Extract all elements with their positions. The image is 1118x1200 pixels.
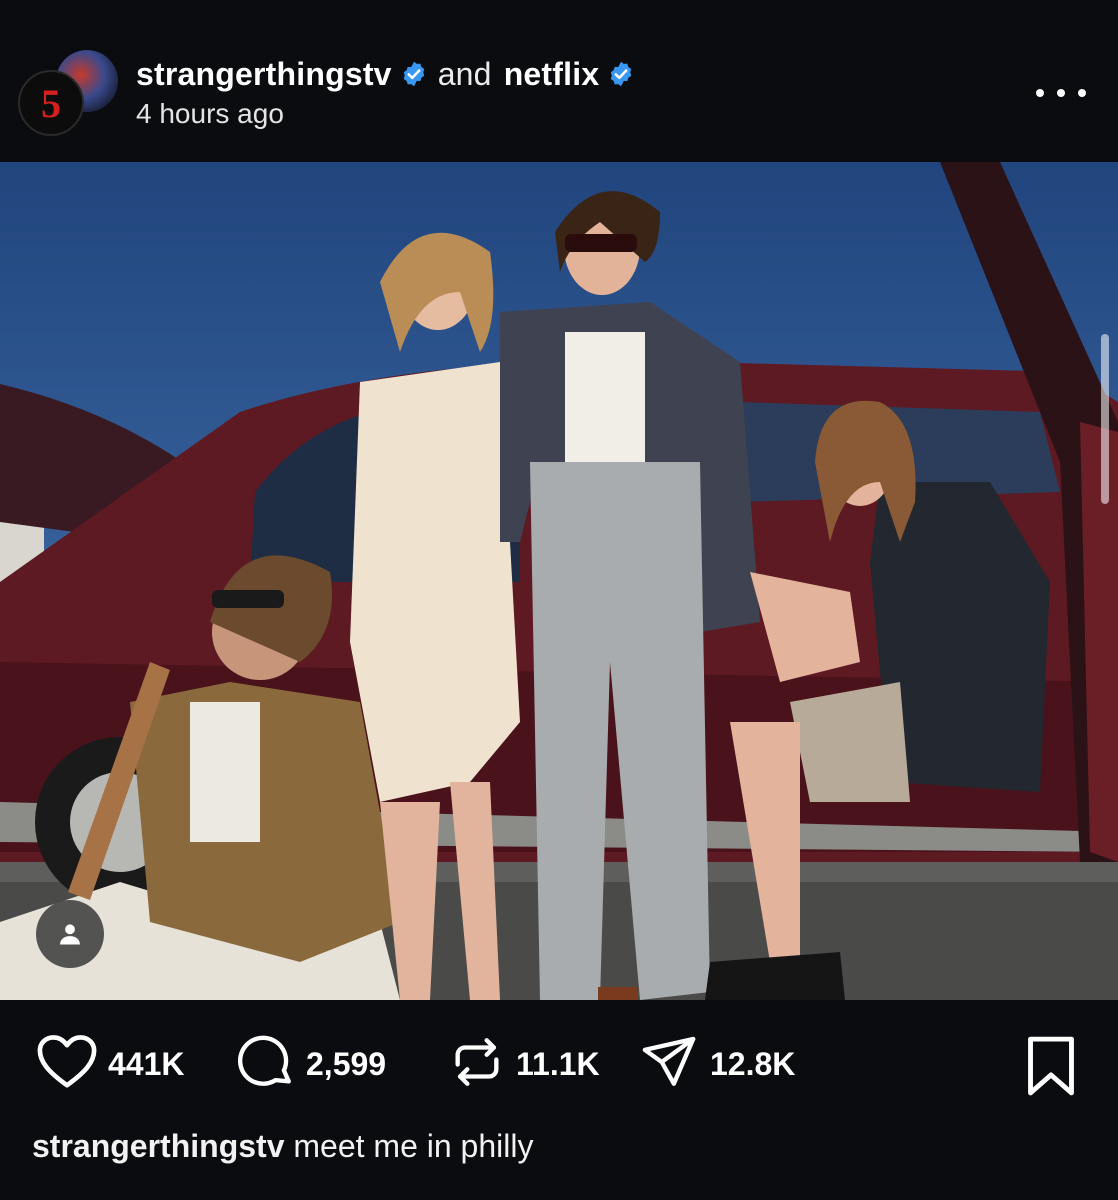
author-handle-secondary[interactable]: netflix bbox=[504, 56, 600, 93]
more-dots-icon[interactable] bbox=[1036, 80, 1086, 106]
comment-count: 2,599 bbox=[306, 1045, 387, 1082]
share-count: 12.8K bbox=[710, 1045, 796, 1082]
author-handle-primary[interactable]: strangerthingstv bbox=[136, 56, 392, 93]
like-count: 441K bbox=[108, 1045, 185, 1082]
repost-count: 11.1K bbox=[516, 1045, 600, 1082]
repost-icon[interactable] bbox=[448, 1033, 506, 1096]
post-timestamp: 4 hours ago bbox=[136, 98, 284, 129]
like-button[interactable]: 441K bbox=[36, 1032, 185, 1096]
send-icon[interactable] bbox=[638, 1033, 700, 1096]
strangerthingstv-avatar[interactable]: 5 bbox=[18, 70, 84, 136]
bookmark-icon[interactable] bbox=[1022, 1034, 1080, 1098]
post-actions: 441K 2,599 11.1K 12.8K strangerthingstv … bbox=[0, 1000, 1118, 1200]
photo-illustration bbox=[0, 162, 1118, 1000]
collab-avatar[interactable]: 5 bbox=[18, 50, 118, 136]
author-joiner: and bbox=[437, 55, 492, 92]
share-button[interactable]: 12.8K bbox=[638, 1032, 795, 1096]
comment-button[interactable]: 2,599 bbox=[238, 1032, 386, 1096]
post-header: 5 strangerthingstv and netflix 4 hours a… bbox=[0, 0, 1118, 162]
user-tag-icon[interactable] bbox=[36, 900, 104, 968]
verified-badge-icon bbox=[400, 60, 428, 88]
carousel-scroll-indicator bbox=[1101, 334, 1109, 504]
comment-bubble-icon[interactable] bbox=[238, 1033, 296, 1096]
post-photo[interactable] bbox=[0, 162, 1118, 1000]
verified-badge-icon bbox=[607, 60, 635, 88]
repost-button[interactable]: 11.1K bbox=[448, 1032, 600, 1096]
heart-icon[interactable] bbox=[36, 1033, 98, 1096]
caption-text: meet me in philly bbox=[293, 1128, 534, 1164]
author-line: strangerthingstv and netflix bbox=[136, 54, 635, 94]
caption-handle[interactable]: strangerthingstv bbox=[32, 1128, 284, 1164]
post-caption: strangerthingstv meet me in philly bbox=[32, 1128, 533, 1165]
